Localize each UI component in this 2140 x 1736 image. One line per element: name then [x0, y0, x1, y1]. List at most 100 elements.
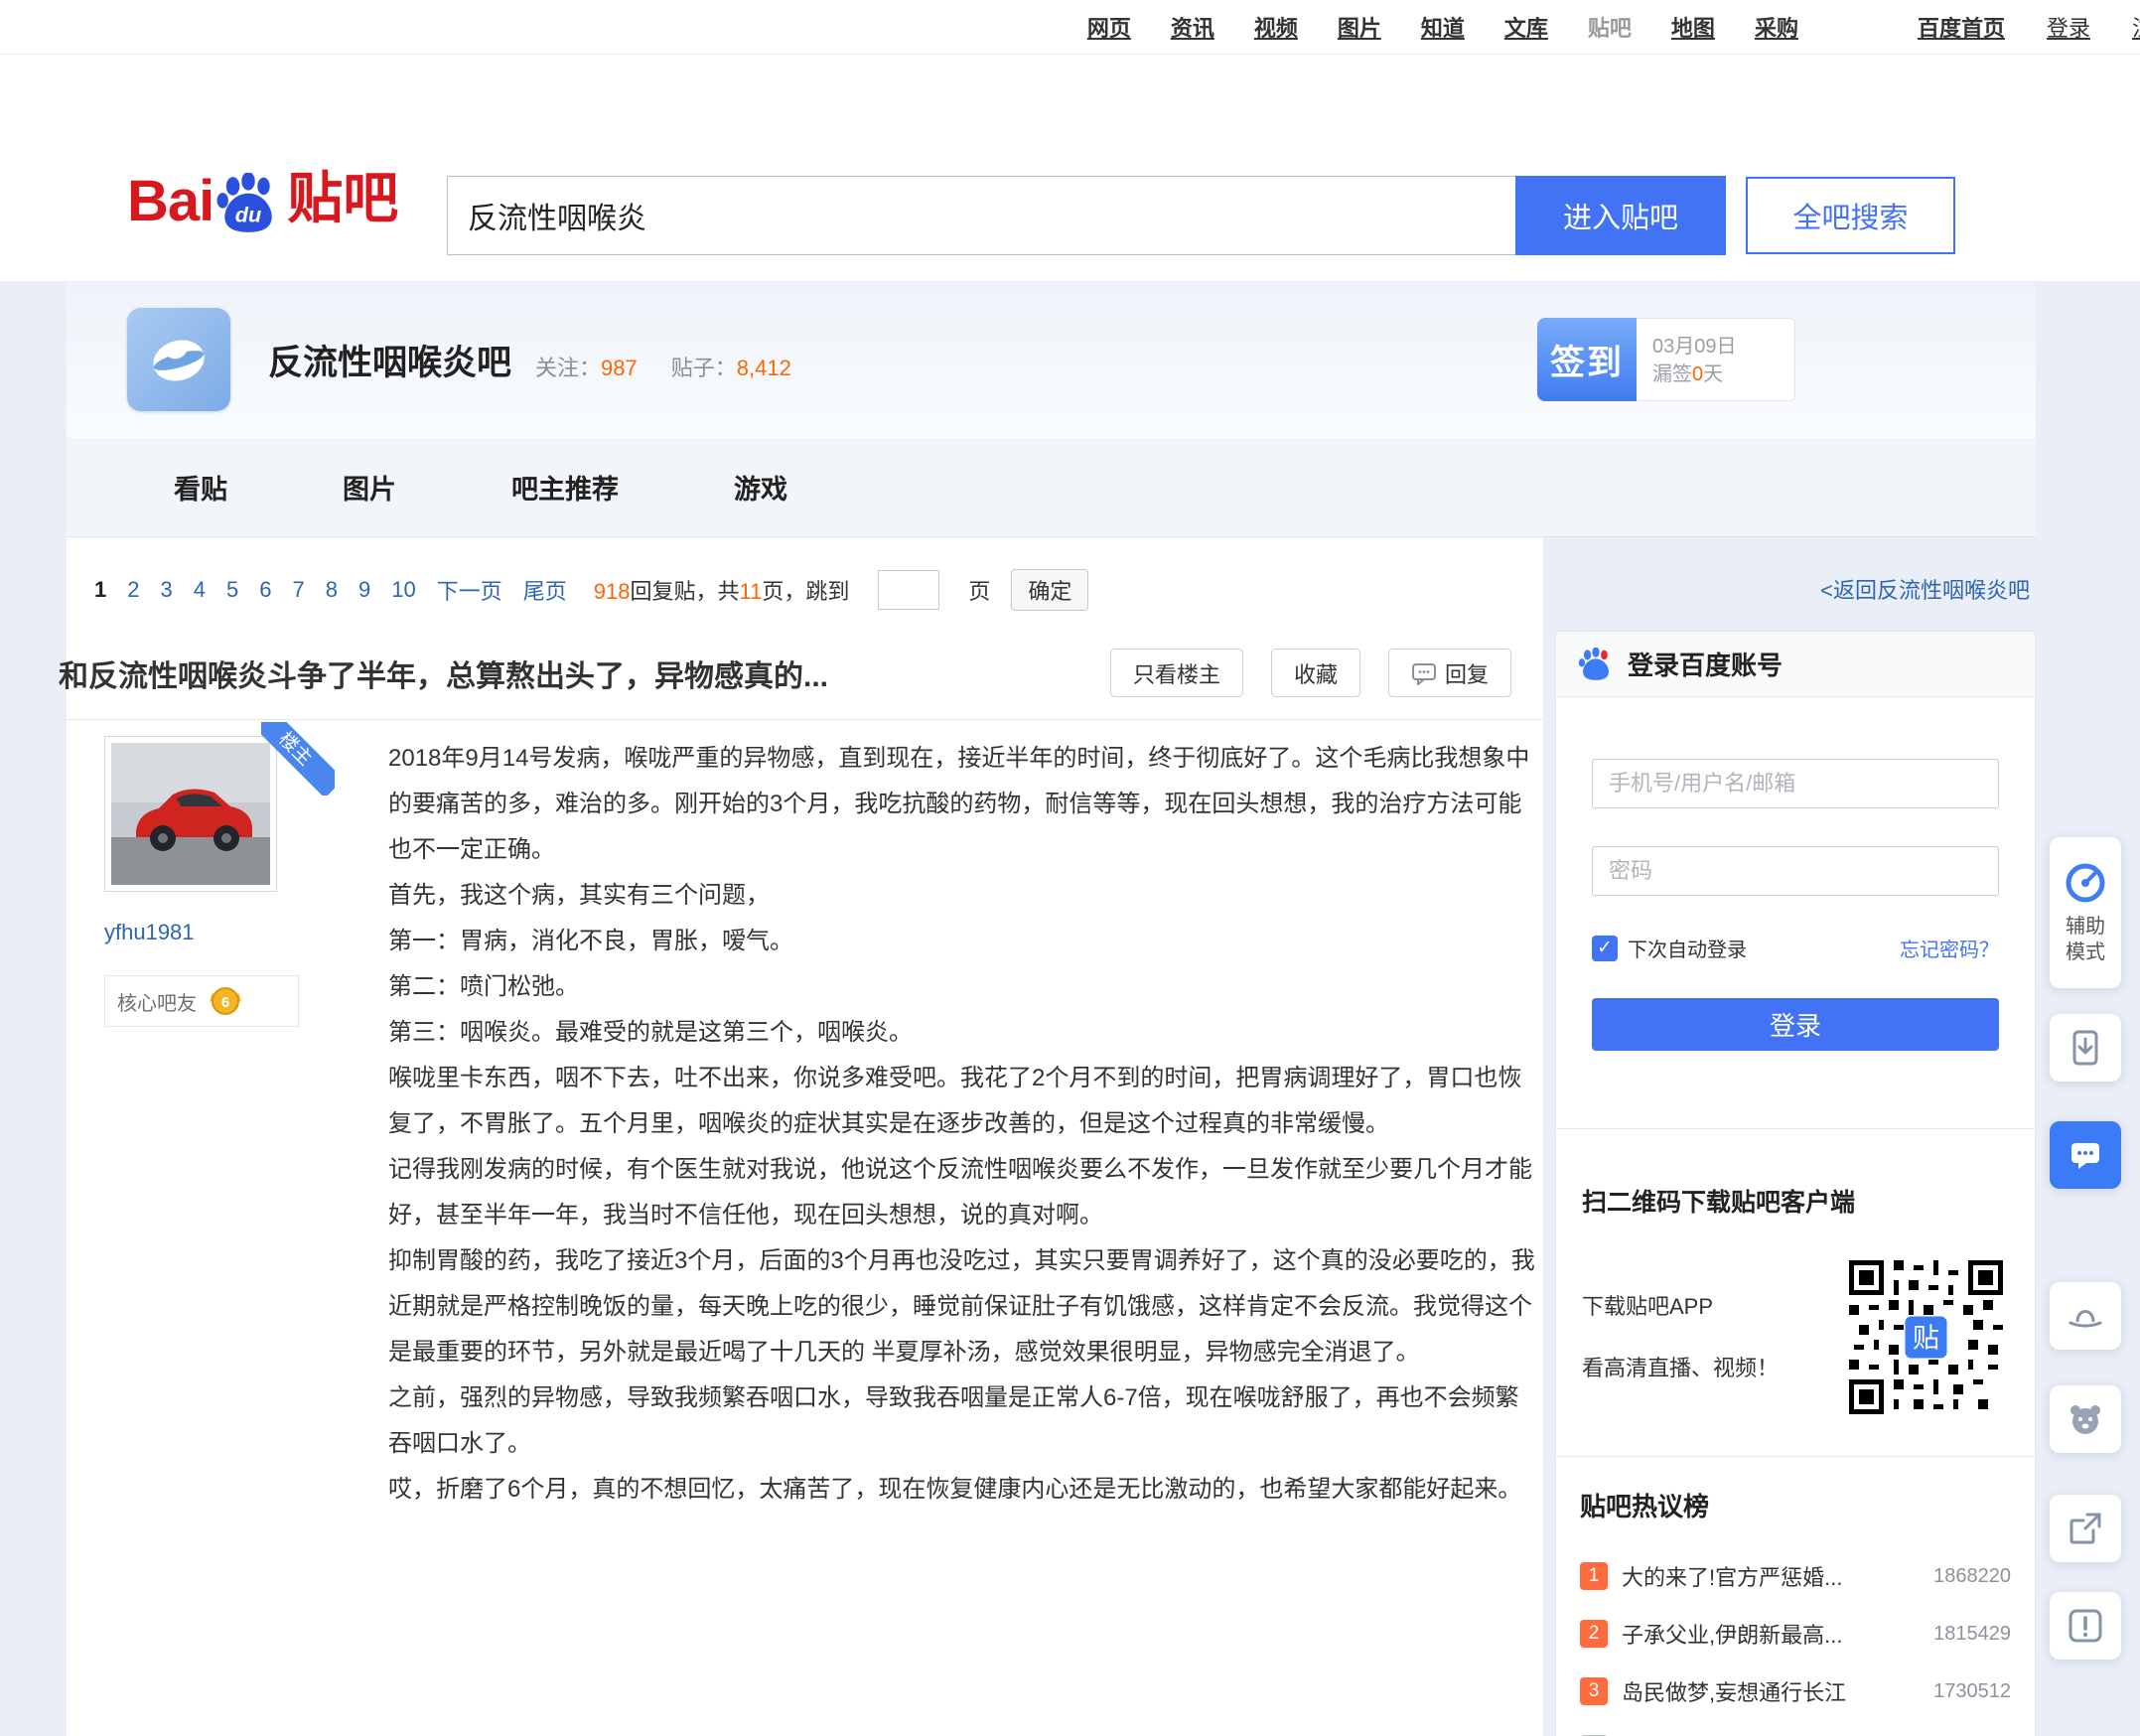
- hot-topic-item[interactable]: 1 大的来了!官方严惩婚... 1868220: [1580, 1547, 2011, 1605]
- enter-tieba-button[interactable]: 进入贴吧: [1515, 176, 1726, 255]
- last-page-link[interactable]: 尾页: [523, 574, 567, 606]
- reply-summary: 918回复贴，共11页，跳到: [594, 574, 850, 606]
- share-icon: [2066, 1509, 2105, 1548]
- post-content: 2018年9月14号发病，喉咙严重的异物感，直到现在，接近半年的时间，终于彻底好…: [388, 736, 1538, 1513]
- search-all-tieba-button[interactable]: 全吧搜索: [1746, 177, 1955, 254]
- forum-header: 反流性咽喉炎吧 关注：987 贴子：8,412 签到 03月09日 漏签0天: [67, 281, 2036, 438]
- qr-section-title: 扫二维码下载贴吧客户端: [1582, 1183, 2009, 1219]
- reply-button[interactable]: 回复: [1388, 649, 1511, 697]
- login-password-input[interactable]: [1592, 846, 1999, 896]
- post-paragraph: 2018年9月14号发病，喉咙严重的异物感，直到现在，接近半年的时间，终于彻底好…: [388, 736, 1538, 873]
- main-post: 楼主 yfhu1981 核心吧友 6: [67, 720, 1543, 1513]
- post-paragraph: 第一：胃病，消化不良，胃胀，嗳气。: [388, 919, 1538, 964]
- magic-tool-button[interactable]: [2050, 1282, 2121, 1350]
- signin-date: 03月09日: [1652, 333, 1794, 361]
- tab-bazhu-tuijian[interactable]: 吧主推荐: [511, 468, 619, 506]
- share-button[interactable]: [2050, 1495, 2121, 1562]
- nav-webpage[interactable]: 网页: [1087, 11, 1131, 43]
- hot-topic-item[interactable]: 2 子承父业,伊朗新最高... 1815429: [1580, 1605, 2011, 1663]
- page-4[interactable]: 4: [194, 577, 206, 603]
- reply-bubble-icon: [1411, 661, 1437, 685]
- nav-map[interactable]: 地图: [1671, 11, 1715, 43]
- forum-avatar[interactable]: [127, 308, 230, 411]
- back-to-forum-link[interactable]: <返回反流性咽喉炎吧: [1820, 578, 2030, 603]
- page-body: 反流性咽喉炎吧 关注：987 贴子：8,412 签到 03月09日 漏签0天 看…: [0, 281, 2140, 1736]
- posts-stat: 贴子：8,412: [671, 351, 791, 382]
- nav-image[interactable]: 图片: [1338, 11, 1381, 43]
- tieba-logo[interactable]: Bai du 贴吧: [127, 154, 398, 234]
- nav-tieba[interactable]: 贴吧: [1588, 11, 1632, 43]
- login-button[interactable]: 登录: [1592, 998, 1999, 1051]
- jump-page-input[interactable]: [878, 570, 939, 610]
- nav-baidu-home[interactable]: 百度首页: [1918, 11, 2005, 43]
- auto-login-label: 下次自动登录: [1628, 934, 1747, 962]
- svg-text:du: du: [235, 203, 261, 227]
- post-paragraph: 之前，强烈的异物感，导致我频繁吞咽口水，导致我吞咽量是正常人6-7倍，现在喉咙舒…: [388, 1375, 1538, 1467]
- feedback-icon: [2066, 1606, 2105, 1646]
- side-toolbar: 辅助 模式: [2049, 837, 2122, 1660]
- signin-button[interactable]: 签到: [1537, 318, 1637, 401]
- tab-tupian[interactable]: 图片: [343, 468, 396, 506]
- qr-code-image: 贴: [1849, 1260, 2003, 1414]
- search-header: Bai du 贴吧 进入贴吧 全吧搜索: [0, 55, 2140, 281]
- avatar-image: [111, 743, 270, 885]
- page-6[interactable]: 6: [259, 577, 271, 603]
- hot-topic-item[interactable]: 3 岛民做梦,妄想通行长江 1730512: [1580, 1663, 2011, 1720]
- page-9[interactable]: 9: [358, 577, 370, 603]
- page-1-current[interactable]: 1: [94, 577, 106, 603]
- author-username[interactable]: yfhu1981: [104, 920, 362, 945]
- page-8[interactable]: 8: [326, 577, 338, 603]
- logo-tieba-text: 贴吧: [287, 154, 398, 234]
- level-badge-icon: 6: [209, 984, 242, 1018]
- logo-bai-text: Bai: [127, 168, 214, 234]
- next-page-link[interactable]: 下一页: [437, 574, 502, 606]
- post-author-column: 楼主 yfhu1981 核心吧友 6: [104, 736, 362, 1513]
- nav-wenku[interactable]: 文库: [1504, 11, 1548, 43]
- forum-search-input[interactable]: [447, 176, 1515, 255]
- svg-text:贴: 贴: [1913, 1324, 1939, 1354]
- nav-register[interactable]: 注: [2132, 11, 2140, 43]
- sidebar: <返回反流性咽喉炎吧 登录百度账号: [1555, 537, 2036, 1736]
- chat-bubble-icon: [2066, 1135, 2105, 1175]
- nav-video[interactable]: 视频: [1254, 11, 1298, 43]
- forum-stats: 关注：987 贴子：8,412: [535, 337, 791, 382]
- feedback-button[interactable]: [2050, 1592, 2121, 1660]
- page-2[interactable]: 2: [127, 577, 139, 603]
- qr-line2: 看高清直播、视频！: [1582, 1338, 1779, 1399]
- message-button[interactable]: [2050, 1121, 2121, 1189]
- login-panel-header: 登录百度账号: [1556, 632, 2035, 697]
- hot-topic-item[interactable]: 4 万物起源233远征队 1152268: [1580, 1720, 2011, 1736]
- assist-mode-button[interactable]: 辅助 模式: [2050, 837, 2121, 988]
- nav-caigou[interactable]: 采购: [1755, 11, 1798, 43]
- tab-youxi[interactable]: 游戏: [734, 468, 787, 506]
- thread-title-bar: 和反流性咽喉炎斗争了半年，总算熬出头了，异物感真的... 只看楼主 收藏: [67, 635, 1543, 720]
- post-paragraph: 记得我刚发病的时候，有个医生就对我说，他说这个反流性咽喉炎要么不发作，一旦发作就…: [388, 1147, 1538, 1238]
- mascot-button[interactable]: [2050, 1385, 2121, 1453]
- nav-news[interactable]: 资讯: [1171, 11, 1214, 43]
- login-form: ✓ 下次自动登录 忘记密码？ 登录: [1556, 697, 2035, 1128]
- top-nav: 网页 资讯 视频 图片 知道 文库 贴吧 地图 采购 百度首页 登录 注: [0, 0, 2140, 55]
- page-3[interactable]: 3: [161, 577, 173, 603]
- forgot-password-link[interactable]: 忘记密码？: [1900, 934, 1999, 962]
- jump-confirm-button[interactable]: 确定: [1011, 569, 1088, 611]
- page-10[interactable]: 10: [391, 577, 415, 603]
- svg-text:6: 6: [221, 994, 229, 1011]
- post-paragraph: 首先，我这个病，其实有三个问题，: [388, 873, 1538, 919]
- login-username-input[interactable]: [1592, 759, 1999, 808]
- app-download-button[interactable]: [2050, 1014, 2121, 1082]
- only-lz-button[interactable]: 只看楼主: [1110, 649, 1243, 697]
- baidu-paw-icon: du: [215, 173, 281, 234]
- qr-section: 扫二维码下载贴吧客户端 下载贴吧APP 看高清直播、视频！: [1556, 1129, 2035, 1456]
- page-5[interactable]: 5: [226, 577, 238, 603]
- baidu-paw-small-icon: [1578, 648, 1614, 681]
- author-avatar[interactable]: [104, 736, 277, 892]
- phone-download-icon: [2066, 1028, 2105, 1068]
- auto-login-checkbox[interactable]: ✓: [1592, 936, 1618, 961]
- nav-zhidao[interactable]: 知道: [1421, 11, 1465, 43]
- page-7[interactable]: 7: [293, 577, 305, 603]
- page-unit-label: 页: [968, 574, 990, 606]
- nav-login[interactable]: 登录: [2047, 11, 2090, 43]
- favorite-button[interactable]: 收藏: [1271, 649, 1360, 697]
- tab-kantie[interactable]: 看贴: [174, 468, 227, 506]
- forum-avatar-icon: [144, 325, 214, 394]
